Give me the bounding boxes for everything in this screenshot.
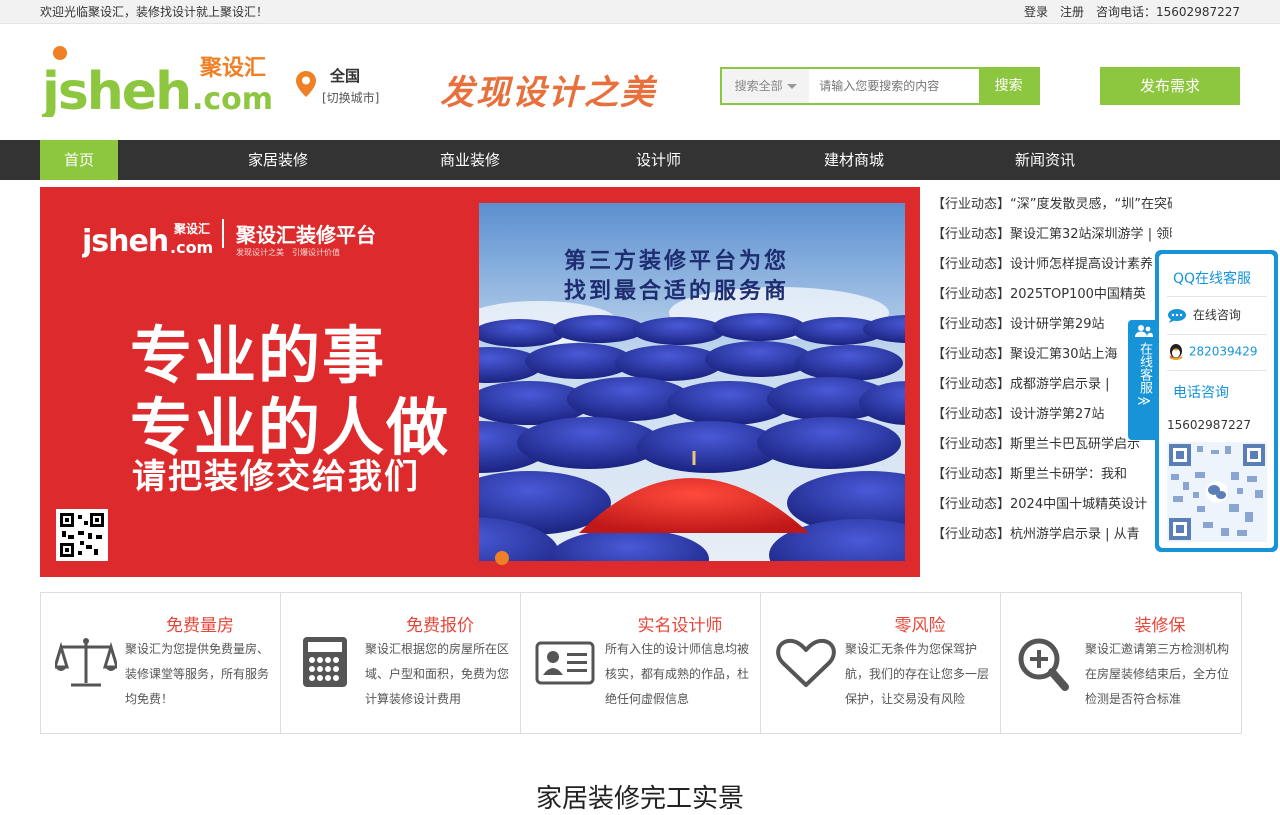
switch-city-link[interactable]: [切换城市]: [322, 89, 379, 106]
photo-caption-line-1: 第三方装修平台为您: [564, 249, 790, 274]
current-city: 全国: [330, 67, 361, 85]
register-link[interactable]: 注册: [1060, 0, 1084, 24]
feature-title: 免费量房: [166, 616, 234, 636]
search-input[interactable]: [809, 69, 980, 103]
svg-text:聚设汇: 聚设汇: [199, 56, 266, 81]
publish-request-button[interactable]: 发布需求: [1100, 67, 1240, 105]
site-header: jsheh .com 聚设汇 全国 [切换城市] 发现设计之美 搜索全部 搜索 …: [0, 25, 1280, 140]
hotline-text: 咨询电话：15602987227: [1096, 5, 1240, 19]
svg-text:聚设汇: 聚设汇: [173, 221, 210, 236]
news-item[interactable]: 【行业动态】杭州游学启示录 | 从青: [932, 520, 1172, 550]
feature-free-measure[interactable]: 免费量房 聚设汇为您提供免费量房、装修课堂等服务，所有服务均免费！: [41, 593, 281, 733]
svg-text:.com: .com: [192, 82, 273, 117]
feature-title: 零风险: [894, 616, 946, 636]
welcome-text: 欢迎光临聚设汇，装修找设计就上聚设汇！: [40, 5, 269, 19]
chat-bubble-icon: [1168, 308, 1186, 323]
photo-caption-line-2: 找到最合适的服务商: [564, 279, 790, 304]
top-bar: 欢迎光临聚设汇，装修找设计就上聚设汇！ 登录 注册 咨询电话：156029872…: [0, 0, 1280, 24]
news-item[interactable]: 【行业动态】2025TOP100中国精英: [932, 280, 1172, 310]
nav-item-designers[interactable]: 设计师: [636, 140, 681, 180]
feature-desc: 聚设汇邀请第三方检测机构在房屋装修结束后，全方位检测是否符合标准: [1085, 642, 1230, 706]
feature-strip: 免费量房 聚设汇为您提供免费量房、装修课堂等服务，所有服务均免费！ 免费报价 聚…: [40, 592, 1242, 734]
chevron-down-icon: [786, 84, 797, 89]
feature-title: 实名设计师: [637, 616, 723, 636]
banner-qr-code: [56, 509, 108, 561]
nav-item-home[interactable]: 首页: [40, 140, 118, 180]
search-button[interactable]: 搜索: [979, 69, 1038, 103]
nav-item-news[interactable]: 新闻资讯: [1015, 140, 1075, 180]
online-consult-link[interactable]: 在线咨询: [1167, 306, 1241, 324]
news-item[interactable]: 【行业动态】设计师怎样提高设计素养: [932, 250, 1172, 280]
banner-umbrella-photo: 第三方装修平台为您 找到最合适的服务商: [479, 203, 905, 561]
city-selector[interactable]: 全国 [切换城市]: [296, 65, 386, 109]
wechat-qr-code: [1167, 442, 1267, 542]
nav-item-home-decoration[interactable]: 家居装修: [248, 140, 308, 180]
people-icon: [1135, 325, 1153, 337]
banner-platform-title: 聚设汇装修平台: [222, 219, 376, 248]
qq-service-title: QQ在线客服: [1173, 271, 1252, 287]
search-scope-dropdown[interactable]: 搜索全部: [722, 69, 810, 103]
feature-desc: 所有入住的设计师信息均被核实，都有成熟的作品，杜绝任何虚假信息: [605, 642, 750, 706]
heart-icon: [775, 635, 837, 691]
news-item[interactable]: 【行业动态】聚设汇第32站深圳游学 | 领略六家: [932, 220, 1172, 250]
search-bar: 搜索全部 搜索: [720, 67, 1040, 105]
section-title-completed-cases: 家居装修完工实景: [535, 784, 744, 814]
online-service-panel: QQ在线客服 在线咨询 282039429 电话咨询 15602987227: [1155, 250, 1278, 552]
id-card-icon: [535, 635, 597, 691]
carousel-dot[interactable]: [495, 551, 509, 565]
news-item[interactable]: 【行业动态】斯里兰卡研学：我和: [932, 460, 1172, 490]
feature-verified-designer[interactable]: 实名设计师 所有入住的设计师信息均被核实，都有成熟的作品，杜绝任何虚假信息: [521, 593, 761, 733]
feature-title: 免费报价: [406, 616, 474, 636]
top-links: 登录 注册 咨询电话：15602987227: [1024, 0, 1240, 24]
feature-desc: 聚设汇为您提供免费量房、装修课堂等服务，所有服务均免费！: [125, 642, 270, 706]
feature-desc: 聚设汇无条件为您保驾护航，我们的存在让您多一层保护，让交易没有风险: [845, 642, 990, 706]
online-service-widget: 在线客服 ≫ QQ在线客服 在线咨询 282039429 电话咨询 156029…: [1128, 250, 1278, 552]
magnifier-plus-icon: [1015, 635, 1077, 691]
feature-desc: 聚设汇根据您的房屋所在区域、户型和面积，免费为您计算装修设计费用: [365, 642, 510, 706]
slogan: 发现设计之美: [440, 73, 656, 113]
svg-text:.com: .com: [170, 238, 213, 257]
banner-tagline: 发现设计之美 引爆设计价值: [236, 248, 340, 257]
banner-headline-3: 请把装修交给我们: [132, 457, 420, 497]
qq-penguin-icon: [1169, 344, 1183, 360]
location-pin-icon: [296, 71, 316, 101]
news-item[interactable]: 【行业动态】2024中国十城精英设计: [932, 490, 1172, 520]
hero-banner[interactable]: jsheh .com 聚设汇 聚设汇装修平台 发现设计之美 引爆设计价值 专业的…: [40, 187, 920, 577]
banner-photo-caption: 第三方装修平台为您 找到最合适的服务商: [564, 247, 789, 307]
nav-item-materials-mall[interactable]: 建材商城: [824, 140, 884, 180]
feature-free-quote[interactable]: 免费报价 聚设汇根据您的房屋所在区域、户型和面积，免费为您计算装修设计费用: [281, 593, 521, 733]
phone-consult-title: 电话咨询: [1173, 385, 1229, 401]
feature-zero-risk[interactable]: 零风险 聚设汇无条件为您保驾护航，我们的存在让您多一层保护，让交易没有风险: [761, 593, 1001, 733]
svg-text:jsheh: jsheh: [42, 62, 190, 117]
scale-icon: [52, 635, 120, 691]
online-service-tab-label: 在线客服: [1137, 342, 1152, 394]
login-link[interactable]: 登录: [1024, 0, 1048, 24]
feature-title: 装修保: [1134, 616, 1186, 636]
news-item[interactable]: 【行业动态】“深”度发散灵感，“圳”在突破: [932, 190, 1172, 220]
feature-decoration-guarantee[interactable]: 装修保 聚设汇邀请第三方检测机构在房屋装修结束后，全方位检测是否符合标准: [1001, 593, 1241, 733]
site-logo[interactable]: jsheh .com 聚设汇: [40, 45, 278, 122]
nav-item-commercial-decoration[interactable]: 商业装修: [440, 140, 500, 180]
banner-logo: jsheh .com 聚设汇: [81, 215, 222, 263]
calculator-icon: [295, 635, 357, 691]
svg-text:jsheh: jsheh: [82, 224, 168, 259]
main-nav: 首页 家居装修 商业装修 设计师 建材商城 新闻资讯: [0, 140, 1280, 180]
qq-number-link[interactable]: 282039429: [1167, 343, 1258, 361]
service-phone: 15602987227: [1167, 418, 1251, 432]
